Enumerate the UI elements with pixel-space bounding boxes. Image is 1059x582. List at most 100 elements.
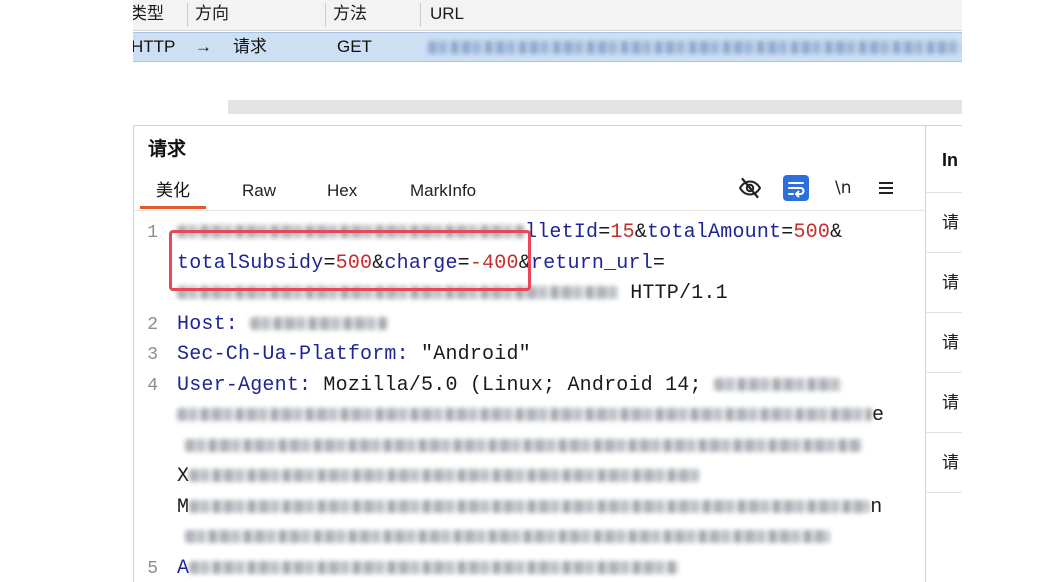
tab-raw[interactable]: Raw bbox=[242, 177, 276, 209]
header-name: Host: bbox=[177, 312, 239, 336]
param-value: 500 bbox=[335, 251, 373, 275]
code-text: lletId=15&totalAmount=500& bbox=[177, 218, 842, 249]
equals-sign: = bbox=[652, 251, 666, 275]
code-text: e bbox=[177, 401, 884, 432]
app-window: 类型 方向 方法 URL HTTP → 请求 GET 请求 美化 Raw Hex… bbox=[133, 0, 962, 582]
param-name: totalAmount bbox=[647, 221, 782, 244]
redacted-text bbox=[177, 286, 618, 300]
line-number: 1 bbox=[147, 223, 158, 243]
tab-pretty[interactable]: 美化 bbox=[140, 177, 206, 209]
column-divider[interactable] bbox=[187, 3, 188, 27]
param-value: -400 bbox=[469, 251, 519, 275]
code-text: X bbox=[177, 462, 701, 493]
header-name: Sec-Ch-Ua-Platform: bbox=[177, 343, 409, 366]
inspector-section[interactable]: 请 bbox=[926, 313, 962, 373]
eye-slash-icon[interactable] bbox=[738, 177, 762, 199]
wrap-lines-icon[interactable] bbox=[783, 175, 809, 201]
request-panel-title: 请求 bbox=[148, 139, 187, 160]
newline-icon[interactable]: \n bbox=[835, 175, 852, 201]
ampersand: & bbox=[634, 221, 648, 244]
code-text: Host: bbox=[177, 310, 389, 341]
code-text: Mn bbox=[177, 493, 882, 524]
redacted-text bbox=[189, 469, 701, 483]
code-text: A bbox=[177, 554, 680, 582]
line-number: 4 bbox=[147, 375, 158, 396]
header-value: X bbox=[177, 465, 190, 488]
header-value: n bbox=[870, 495, 883, 519]
ampersand: & bbox=[372, 251, 385, 275]
history-row-selected[interactable]: HTTP → 请求 GET bbox=[133, 32, 962, 62]
code-row: totalSubsidy=500&charge=-400&return_url= bbox=[134, 249, 925, 280]
column-header-url[interactable]: URL bbox=[430, 0, 464, 30]
menu-icon[interactable] bbox=[879, 181, 893, 195]
param-value: 500 bbox=[793, 221, 831, 244]
header-value: Mozilla/5.0 (Linux; Android 14; bbox=[311, 373, 714, 397]
code-row: Mn bbox=[134, 493, 925, 524]
code-text: Sec-Ch-Ua-Platform: "Android" bbox=[177, 340, 531, 371]
row-direction-cell: 请求 bbox=[233, 37, 267, 56]
column-header-direction[interactable]: 方向 bbox=[195, 0, 229, 30]
direction-arrow-icon: → bbox=[195, 37, 212, 56]
code-row: X bbox=[134, 462, 925, 493]
line-number: 5 bbox=[147, 558, 158, 579]
inspector-section-label: 请 bbox=[942, 273, 959, 292]
http-version: HTTP/1.1 bbox=[618, 282, 728, 305]
line-number: 3 bbox=[147, 345, 158, 365]
column-divider[interactable] bbox=[420, 3, 421, 27]
code-text: User-Agent: Mozilla/5.0 (Linux; Android … bbox=[177, 371, 842, 402]
redacted-text bbox=[185, 438, 862, 452]
code-row bbox=[134, 523, 925, 554]
redacted-text bbox=[177, 408, 872, 422]
panel-top-border bbox=[133, 125, 962, 126]
request-editor[interactable]: 1 lletId=15&totalAmount=500& totalSubsid… bbox=[134, 212, 925, 582]
inspector-section-label: 请 bbox=[942, 453, 959, 472]
inspector-section[interactable]: 请 bbox=[926, 433, 962, 493]
inspector-title: In bbox=[942, 150, 958, 170]
header-value: M bbox=[177, 495, 190, 519]
ampersand: & bbox=[518, 251, 531, 275]
row-type-cell: HTTP bbox=[133, 37, 176, 56]
code-row bbox=[134, 432, 925, 463]
param-name: charge bbox=[384, 251, 458, 275]
inspector-section-label: 请 bbox=[942, 333, 959, 352]
redacted-text bbox=[189, 499, 871, 513]
code-row: 4 User-Agent: Mozilla/5.0 (Linux; Androi… bbox=[134, 371, 925, 402]
column-header-method[interactable]: 方法 bbox=[333, 0, 367, 30]
header-name: User-Agent: bbox=[177, 373, 312, 397]
equals-sign: = bbox=[781, 221, 794, 244]
param-name: totalSubsidy bbox=[177, 251, 324, 275]
redacted-text bbox=[185, 530, 830, 544]
param-name: return_url bbox=[530, 251, 653, 275]
inspector-section[interactable]: 请 bbox=[926, 193, 962, 253]
code-row: 1 lletId=15&totalAmount=500& bbox=[134, 218, 925, 249]
code-text bbox=[177, 523, 830, 554]
header-name: A bbox=[177, 556, 190, 580]
row-url-redacted bbox=[428, 41, 962, 54]
code-row: 5 A bbox=[134, 554, 925, 582]
equals-sign: = bbox=[598, 221, 611, 244]
code-text: totalSubsidy=500&charge=-400&return_url= bbox=[177, 249, 665, 280]
inspector-section[interactable]: 请 bbox=[926, 373, 962, 433]
redacted-text bbox=[177, 225, 525, 239]
redacted-text bbox=[189, 560, 680, 574]
inspector-section-label: 请 bbox=[942, 393, 959, 412]
header-value: e bbox=[872, 404, 885, 427]
code-row: e bbox=[134, 401, 925, 432]
code-text: HTTP/1.1 bbox=[177, 279, 728, 310]
ampersand: & bbox=[830, 221, 843, 244]
column-header-type[interactable]: 类型 bbox=[133, 0, 164, 30]
inspector-section[interactable]: 请 bbox=[926, 253, 962, 313]
redacted-text bbox=[250, 316, 389, 330]
code-row: 2 Host: bbox=[134, 310, 925, 341]
column-divider[interactable] bbox=[325, 3, 326, 27]
equals-sign: = bbox=[457, 251, 470, 275]
inspector-section-label: 请 bbox=[942, 213, 959, 232]
tab-markinfo[interactable]: MarkInfo bbox=[410, 177, 476, 209]
horizontal-scrollbar-thumb[interactable] bbox=[228, 100, 962, 114]
code-row: 3 Sec-Ch-Ua-Platform: "Android" bbox=[134, 340, 925, 371]
tab-hex[interactable]: Hex bbox=[327, 177, 357, 209]
tabs-bottom-border bbox=[134, 210, 925, 211]
param-name: lletId bbox=[525, 221, 599, 244]
header-value bbox=[238, 313, 250, 336]
param-value: 15 bbox=[610, 221, 635, 244]
